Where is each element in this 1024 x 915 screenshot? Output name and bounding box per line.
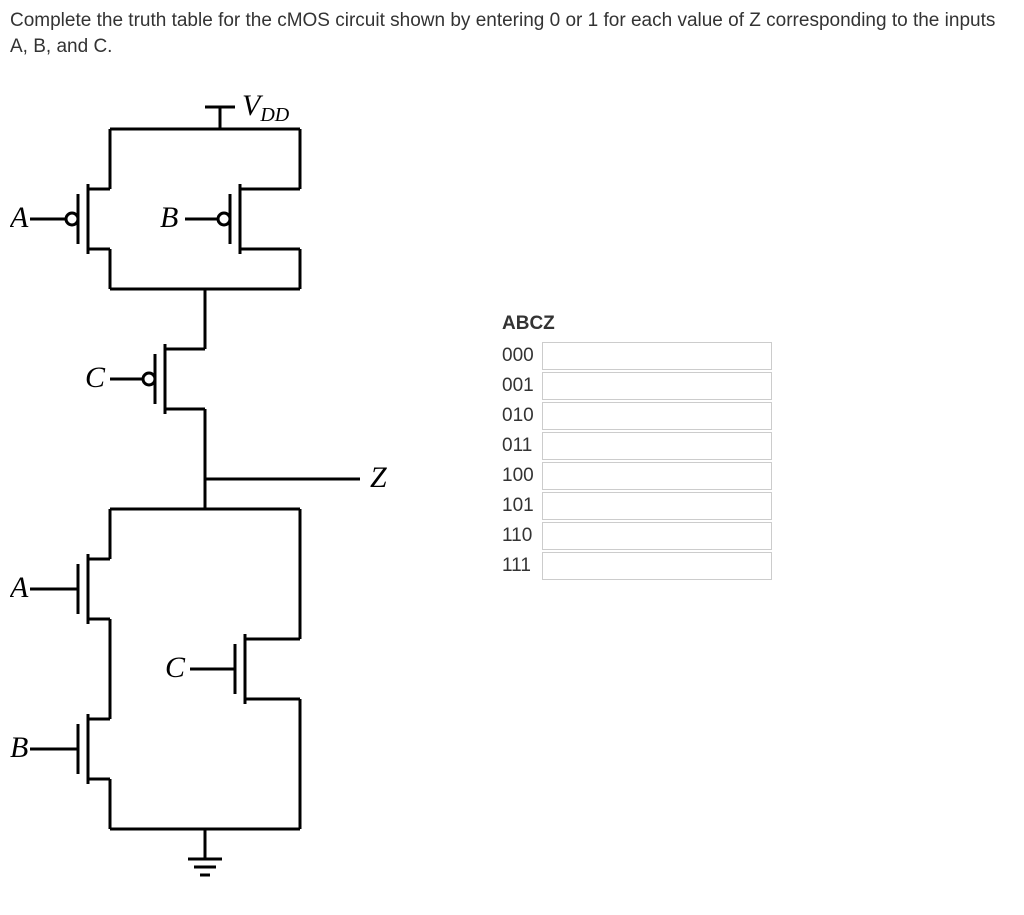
vdd-label: VDD: [242, 89, 290, 126]
z-input-000[interactable]: [542, 342, 772, 370]
table-row: 110: [500, 521, 772, 551]
table-row: 011: [500, 431, 772, 461]
content-row: VDD: [10, 79, 1014, 889]
pmos-a-label: A: [10, 201, 29, 234]
table-row: 001: [500, 371, 772, 401]
row-abc: 010: [500, 401, 542, 431]
z-input-101[interactable]: [542, 492, 772, 520]
table-row: 100: [500, 461, 772, 491]
pmos-b-label: B: [160, 201, 178, 234]
z-input-001[interactable]: [542, 372, 772, 400]
z-input-011[interactable]: [542, 432, 772, 460]
z-input-110[interactable]: [542, 522, 772, 550]
nmos-b-label: B: [10, 731, 28, 764]
circuit-diagram: VDD: [10, 79, 400, 889]
z-input-111[interactable]: [542, 552, 772, 580]
question-text: Complete the truth table for the cMOS ci…: [10, 8, 1014, 59]
table-row: 010: [500, 401, 772, 431]
table-row: 111: [500, 551, 772, 581]
table-row: 101: [500, 491, 772, 521]
table-row: 000: [500, 341, 772, 371]
output-label: Z: [370, 461, 387, 494]
row-abc: 100: [500, 461, 542, 491]
z-input-100[interactable]: [542, 462, 772, 490]
row-abc: 110: [500, 521, 542, 551]
pmos-c-label: C: [85, 361, 106, 394]
nmos-c-label: C: [165, 651, 186, 684]
table-header: ABCZ: [500, 309, 772, 341]
row-abc: 111: [500, 551, 542, 581]
nmos-a-label: A: [10, 571, 29, 604]
row-abc: 000: [500, 341, 542, 371]
z-input-010[interactable]: [542, 402, 772, 430]
truth-table: ABCZ 000 001 010 011: [500, 309, 772, 581]
row-abc: 011: [500, 431, 542, 461]
row-abc: 101: [500, 491, 542, 521]
row-abc: 001: [500, 371, 542, 401]
